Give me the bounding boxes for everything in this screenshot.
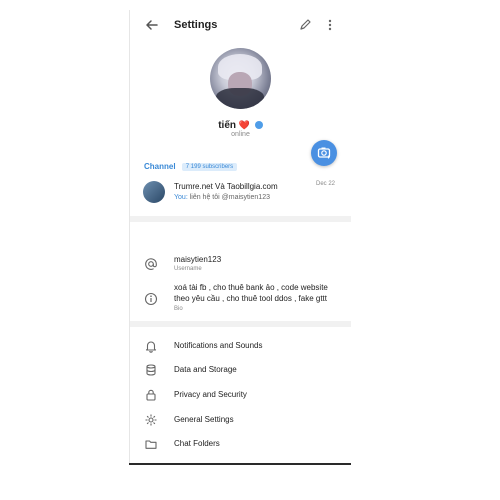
username-label: Username bbox=[174, 266, 202, 272]
pencil-icon[interactable] bbox=[298, 18, 312, 32]
divider bbox=[130, 321, 351, 327]
channel-post-date: Dec 22 bbox=[316, 181, 336, 187]
bio-label: Bio bbox=[174, 306, 183, 312]
set-photo-button[interactable] bbox=[311, 140, 337, 166]
more-vertical-icon[interactable] bbox=[326, 18, 334, 32]
subscriber-badge: 7 199 subscribers bbox=[181, 163, 238, 171]
channel-label: Channel bbox=[144, 162, 176, 171]
bio-value: xoá tài fb , cho thuê bank ảo , code web… bbox=[174, 283, 328, 303]
menu-chat-folders[interactable]: Chat Folders bbox=[130, 432, 351, 456]
bio-row[interactable]: xoá tài fb , cho thuê bank ảo , code web… bbox=[130, 282, 351, 318]
heart-icon: ❤️ bbox=[238, 120, 250, 130]
folder-icon bbox=[145, 440, 157, 449]
menu-label: General Settings bbox=[174, 415, 234, 424]
menu-privacy[interactable]: Privacy and Security bbox=[130, 383, 351, 407]
bell-icon bbox=[145, 341, 157, 353]
menu-label: Notifications and Sounds bbox=[174, 341, 263, 350]
menu-general-settings[interactable]: General Settings bbox=[130, 408, 351, 432]
avatar[interactable] bbox=[210, 48, 271, 109]
profile-name: tiến bbox=[218, 120, 236, 131]
database-icon bbox=[146, 364, 156, 376]
menu-notifications[interactable]: Notifications and Sounds bbox=[130, 334, 351, 358]
channel-title: Trumre.net Và Taobillgia.com bbox=[174, 182, 278, 191]
username-row[interactable]: maisytien123 Username bbox=[130, 250, 351, 274]
at-icon bbox=[145, 258, 157, 270]
channel-last-message: You: liên hệ tôi @maisytien123 bbox=[174, 194, 270, 201]
gear-icon bbox=[145, 414, 157, 426]
back-arrow-icon[interactable] bbox=[144, 17, 160, 33]
channel-header: Channel 7 199 subscribers bbox=[144, 162, 238, 171]
menu-label: Chat Folders bbox=[174, 439, 220, 448]
menu-label: Data and Storage bbox=[174, 365, 237, 374]
username-value: maisytien123 bbox=[174, 255, 222, 264]
settings-screen: Settings tiến ❤️ online Channel 7 199 su… bbox=[129, 10, 351, 465]
divider bbox=[130, 216, 351, 222]
top-app-bar: Settings bbox=[130, 10, 351, 42]
online-status: online bbox=[231, 131, 250, 138]
menu-data-storage[interactable]: Data and Storage bbox=[130, 358, 351, 382]
channel-avatar bbox=[143, 181, 165, 203]
info-icon bbox=[144, 292, 158, 306]
bottom-edge bbox=[129, 463, 351, 465]
menu-label: Privacy and Security bbox=[174, 390, 247, 399]
lock-icon bbox=[146, 389, 156, 401]
channel-post[interactable]: Trumre.net Và Taobillgia.com You: liên h… bbox=[130, 178, 351, 214]
profile-name-row: tiến ❤️ bbox=[130, 120, 351, 131]
camera-plus-icon bbox=[317, 147, 331, 159]
verified-icon bbox=[254, 121, 263, 129]
page-title: Settings bbox=[174, 19, 218, 31]
